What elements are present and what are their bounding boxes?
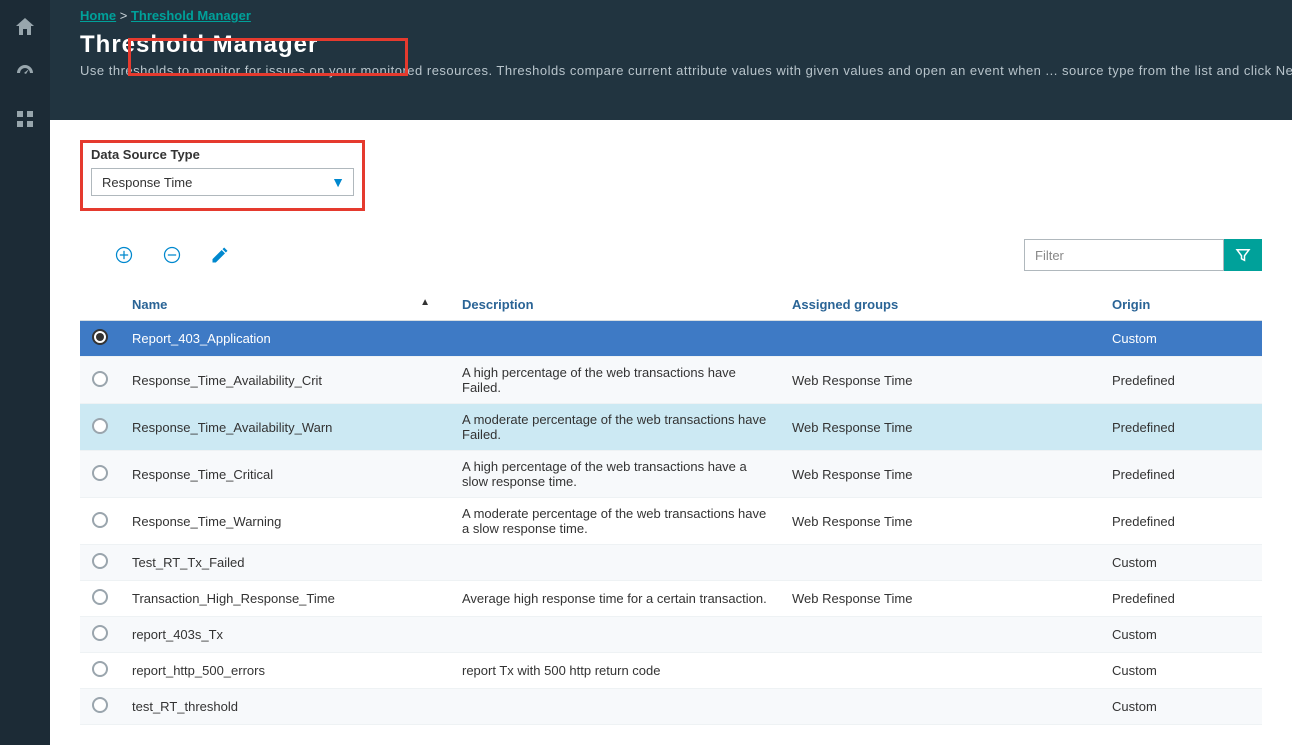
row-groups: Web Response Time (780, 581, 1100, 617)
table-row[interactable]: Response_Time_Availability_WarnA moderat… (80, 404, 1262, 451)
side-rail (0, 0, 50, 745)
row-name: report_http_500_errors (120, 653, 450, 689)
breadcrumb-current-link[interactable]: Threshold Manager (131, 8, 251, 23)
row-radio[interactable] (92, 512, 108, 528)
col-header-origin[interactable]: Origin (1100, 289, 1262, 321)
row-origin: Predefined (1100, 581, 1262, 617)
row-radio[interactable] (92, 371, 108, 387)
table-row[interactable]: report_403s_Tx Custom (80, 617, 1262, 653)
breadcrumb-home-link[interactable]: Home (80, 8, 116, 23)
row-description (450, 617, 780, 653)
breadcrumb: Home > Threshold Manager (80, 8, 1262, 23)
row-name: Response_Time_Availability_Warn (120, 404, 450, 451)
row-name: Transaction_High_Response_Time (120, 581, 450, 617)
table-row[interactable]: Response_Time_Availability_CritA high pe… (80, 357, 1262, 404)
row-radio[interactable] (92, 661, 108, 677)
row-origin: Predefined (1100, 451, 1262, 498)
row-description (450, 545, 780, 581)
row-origin: Custom (1100, 617, 1262, 653)
new-button[interactable] (110, 241, 138, 269)
dst-label: Data Source Type (91, 147, 354, 162)
row-groups (780, 653, 1100, 689)
row-name: Test_RT_Tx_Failed (120, 545, 450, 581)
content-area: Data Source Type Response Time ▼ (50, 120, 1292, 745)
row-name: Report_403_Application (120, 321, 450, 357)
row-origin: Custom (1100, 653, 1262, 689)
row-radio[interactable] (92, 697, 108, 713)
row-origin: Custom (1100, 545, 1262, 581)
table-row[interactable]: test_RT_threshold Custom (80, 689, 1262, 725)
filter-input[interactable] (1024, 239, 1224, 271)
page-header: Home > Threshold Manager Threshold Manag… (50, 0, 1292, 120)
page-subtitle: Use thresholds to monitor for issues on … (80, 63, 1262, 78)
row-name: Response_Time_Warning (120, 498, 450, 545)
row-origin: Predefined (1100, 357, 1262, 404)
row-description (450, 321, 780, 357)
row-groups (780, 689, 1100, 725)
row-description (450, 689, 780, 725)
table-row[interactable]: report_http_500_errorsreport Tx with 500… (80, 653, 1262, 689)
col-header-description[interactable]: Description (450, 289, 780, 321)
table-row[interactable]: Response_Time_CriticalA high percentage … (80, 451, 1262, 498)
dashboard-icon[interactable] (13, 61, 37, 85)
sort-asc-icon: ▲ (420, 297, 430, 308)
row-radio[interactable] (92, 329, 108, 345)
page-title: Threshold Manager (80, 31, 1262, 59)
home-icon[interactable] (13, 15, 37, 39)
row-description: Average high response time for a certain… (450, 581, 780, 617)
row-origin: Predefined (1100, 404, 1262, 451)
row-description: A moderate percentage of the web transac… (450, 404, 780, 451)
row-radio[interactable] (92, 589, 108, 605)
toolbar (80, 239, 1262, 271)
row-name: report_403s_Tx (120, 617, 450, 653)
chevron-down-icon: ▼ (331, 174, 345, 190)
row-groups: Web Response Time (780, 357, 1100, 404)
row-groups: Web Response Time (780, 404, 1100, 451)
col-header-groups[interactable]: Assigned groups (780, 289, 1100, 321)
row-name: Response_Time_Availability_Crit (120, 357, 450, 404)
row-groups: Web Response Time (780, 498, 1100, 545)
row-name: Response_Time_Critical (120, 451, 450, 498)
row-groups (780, 617, 1100, 653)
filter-group (1024, 239, 1262, 271)
row-name: test_RT_threshold (120, 689, 450, 725)
row-origin: Custom (1100, 321, 1262, 357)
tools-icon[interactable] (13, 107, 37, 131)
row-radio[interactable] (92, 553, 108, 569)
row-radio[interactable] (92, 625, 108, 641)
row-radio[interactable] (92, 418, 108, 434)
row-origin: Predefined (1100, 498, 1262, 545)
col-header-name[interactable]: Name ▲ (120, 289, 450, 321)
row-description: report Tx with 500 http return code (450, 653, 780, 689)
thresholds-table: Name ▲ Description Assigned groups Origi… (80, 289, 1262, 725)
highlight-box-dst: Data Source Type Response Time ▼ (80, 140, 365, 211)
delete-button[interactable] (158, 241, 186, 269)
table-row[interactable]: Response_Time_WarningA moderate percenta… (80, 498, 1262, 545)
row-description: A high percentage of the web transaction… (450, 357, 780, 404)
dst-select[interactable]: Response Time ▼ (91, 168, 354, 196)
table-row[interactable]: Report_403_Application Custom (80, 321, 1262, 357)
row-groups (780, 321, 1100, 357)
row-groups: Web Response Time (780, 451, 1100, 498)
row-origin: Custom (1100, 689, 1262, 725)
filter-button[interactable] (1224, 239, 1262, 271)
row-groups (780, 545, 1100, 581)
dst-value: Response Time (102, 175, 192, 190)
row-description: A moderate percentage of the web transac… (450, 498, 780, 545)
row-description: A high percentage of the web transaction… (450, 451, 780, 498)
table-row[interactable]: Test_RT_Tx_Failed Custom (80, 545, 1262, 581)
edit-button[interactable] (206, 241, 234, 269)
table-row[interactable]: Transaction_High_Response_TimeAverage hi… (80, 581, 1262, 617)
row-radio[interactable] (92, 465, 108, 481)
